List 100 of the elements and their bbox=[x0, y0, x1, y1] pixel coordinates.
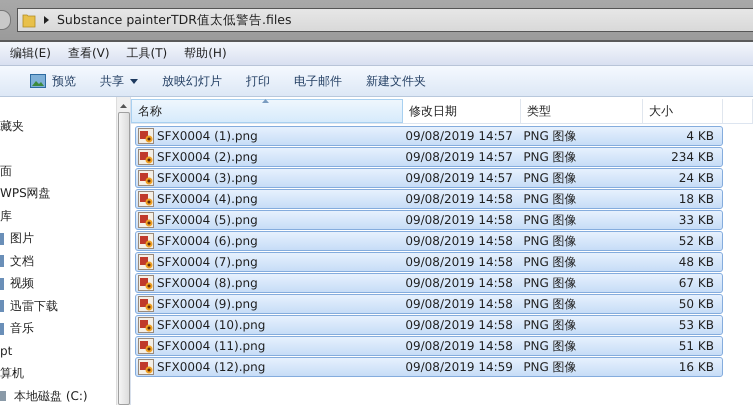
menu-item[interactable]: 工具(T) bbox=[126, 45, 168, 62]
caret-icon bbox=[130, 78, 138, 84]
toolbar-button[interactable]: 放映幻灯片 bbox=[162, 72, 222, 90]
sidebar-item[interactable]: 库 bbox=[0, 208, 12, 225]
file-row[interactable]: SFX0004 (10).png 09/08/2019 14:58 PNG 图像 53 KB bbox=[135, 315, 723, 335]
sidebar-item[interactable]: 本地磁盘 (C:) bbox=[14, 388, 88, 405]
file-row[interactable]: SFX0004 (2).png 09/08/2019 14:57 PNG 图像 234 KB bbox=[135, 147, 723, 167]
image-file-icon bbox=[138, 233, 154, 249]
type-cell: PNG 图像 bbox=[523, 232, 577, 250]
address-path[interactable]: Substance painterTDR值太低警告.files bbox=[57, 12, 292, 28]
file-row[interactable]: SFX0004 (11).png 09/08/2019 14:58 PNG 图像 51 KB bbox=[135, 336, 723, 356]
type-cell: PNG 图像 bbox=[523, 128, 577, 144]
scrollbar[interactable] bbox=[116, 97, 130, 405]
file-row[interactable]: SFX0004 (6).png 09/08/2019 14:58 PNG 图像 52 KB bbox=[135, 231, 723, 251]
type-cell: PNG 图像 bbox=[523, 296, 577, 312]
scroll-up-icon[interactable] bbox=[120, 104, 127, 108]
image-file-icon bbox=[138, 254, 154, 270]
column-header[interactable]: 名称 bbox=[131, 99, 403, 123]
date-cell: 09/08/2019 14:59 bbox=[405, 360, 513, 374]
size-cell: 18 KB bbox=[678, 192, 714, 206]
share-button[interactable]: 共享 bbox=[100, 72, 138, 90]
size-cell: 4 KB bbox=[686, 129, 714, 143]
column-header[interactable]: 大小 bbox=[643, 99, 723, 123]
date-cell: 09/08/2019 14:57 bbox=[405, 150, 513, 164]
file-row[interactable]: SFX0004 (9).png 09/08/2019 14:58 PNG 图像 50 KB bbox=[135, 294, 723, 314]
sidebar-item[interactable]: 视频 bbox=[10, 275, 34, 292]
file-name: SFX0004 (8).png bbox=[157, 276, 258, 290]
toolbar-button[interactable]: 打印 bbox=[246, 72, 270, 90]
file-name: SFX0004 (11).png bbox=[157, 339, 266, 353]
file-name: SFX0004 (2).png bbox=[157, 150, 258, 164]
menu-item[interactable]: 帮助(H) bbox=[184, 45, 227, 62]
image-file-icon bbox=[138, 170, 154, 186]
scroll-thumb[interactable] bbox=[118, 112, 130, 405]
image-file-icon bbox=[138, 296, 154, 312]
file-name: SFX0004 (6).png bbox=[157, 234, 258, 248]
sidebar-item[interactable]: 音乐 bbox=[10, 320, 34, 338]
size-cell: 16 KB bbox=[678, 360, 714, 374]
file-name: SFX0004 (3).png bbox=[157, 171, 258, 185]
date-cell: 09/08/2019 14:58 bbox=[405, 255, 513, 269]
address-bar[interactable]: Substance painterTDR值太低警告.files bbox=[17, 8, 753, 32]
date-cell: 09/08/2019 14:58 bbox=[405, 339, 513, 353]
file-name: SFX0004 (7).png bbox=[157, 255, 258, 269]
date-cell: 09/08/2019 14:57 bbox=[405, 171, 513, 185]
file-row[interactable]: SFX0004 (3).png 09/08/2019 14:57 PNG 图像 24 KB bbox=[135, 168, 723, 188]
image-file-icon bbox=[138, 191, 154, 207]
column-header[interactable]: 类型 bbox=[521, 99, 643, 123]
chevron-icon[interactable] bbox=[44, 16, 49, 24]
type-cell: PNG 图像 bbox=[523, 190, 577, 208]
size-cell: 52 KB bbox=[678, 234, 714, 248]
date-cell: 09/08/2019 14:58 bbox=[405, 276, 513, 290]
size-cell: 33 KB bbox=[678, 213, 714, 227]
image-file-icon bbox=[138, 149, 154, 165]
sort-arrow-icon bbox=[262, 99, 269, 103]
menu-item[interactable]: 编辑(E) bbox=[10, 45, 51, 62]
image-file-icon bbox=[138, 212, 154, 228]
file-row[interactable]: SFX0004 (1).png 09/08/2019 14:57 PNG 图像 4 KB bbox=[135, 126, 723, 146]
image-icon bbox=[30, 74, 46, 88]
size-cell: 50 KB bbox=[678, 297, 714, 311]
file-row[interactable]: SFX0004 (12).png 09/08/2019 14:59 PNG 图像 16 KB bbox=[135, 357, 723, 377]
size-cell: 48 KB bbox=[678, 255, 714, 269]
sidebar-item[interactable]: 面 bbox=[0, 162, 12, 180]
type-cell: PNG 图像 bbox=[523, 316, 577, 334]
file-name: SFX0004 (10).png bbox=[157, 318, 266, 332]
menu-item[interactable]: 查看(V) bbox=[68, 45, 110, 62]
type-cell: PNG 图像 bbox=[523, 274, 577, 292]
file-row[interactable]: SFX0004 (7).png 09/08/2019 14:58 PNG 图像 48 KB bbox=[135, 252, 723, 272]
toolbar-button[interactable]: 新建文件夹 bbox=[366, 72, 426, 90]
file-row[interactable]: SFX0004 (4).png 09/08/2019 14:58 PNG 图像 18 KB bbox=[135, 189, 723, 209]
type-cell: PNG 图像 bbox=[523, 148, 577, 166]
sidebar-item[interactable]: 算机 bbox=[0, 365, 24, 382]
image-file-icon bbox=[138, 359, 154, 375]
sidebar-item[interactable]: pt bbox=[0, 344, 12, 358]
type-cell: PNG 图像 bbox=[523, 212, 577, 228]
preview-button[interactable]: 预览 bbox=[30, 72, 76, 90]
file-row[interactable]: SFX0004 (5).png 09/08/2019 14:58 PNG 图像 33 KB bbox=[135, 210, 723, 230]
sidebar-item[interactable]: WPS网盘 bbox=[0, 185, 51, 202]
image-file-icon bbox=[138, 275, 154, 291]
size-cell: 67 KB bbox=[678, 276, 714, 290]
column-header[interactable]: 修改日期 bbox=[403, 99, 521, 123]
sidebar-item[interactable]: 图片 bbox=[10, 230, 34, 248]
sidebar-item[interactable]: 迅雷下载 bbox=[10, 298, 58, 315]
file-name: SFX0004 (12).png bbox=[157, 360, 266, 374]
sidebar-item[interactable]: 文档 bbox=[10, 252, 34, 270]
image-file-icon bbox=[138, 317, 154, 333]
date-cell: 09/08/2019 14:58 bbox=[405, 234, 513, 248]
type-cell: PNG 图像 bbox=[523, 358, 577, 376]
sidebar-item[interactable]: 藏夹 bbox=[0, 118, 24, 135]
file-name: SFX0004 (5).png bbox=[157, 213, 258, 227]
type-cell: PNG 图像 bbox=[523, 338, 577, 354]
date-cell: 09/08/2019 14:58 bbox=[405, 297, 513, 311]
date-cell: 09/08/2019 14:58 bbox=[405, 318, 513, 332]
size-cell: 24 KB bbox=[678, 171, 714, 185]
size-cell: 53 KB bbox=[678, 318, 714, 332]
file-row[interactable]: SFX0004 (8).png 09/08/2019 14:58 PNG 图像 67 KB bbox=[135, 273, 723, 293]
file-name: SFX0004 (4).png bbox=[157, 192, 258, 206]
image-file-icon bbox=[138, 338, 154, 354]
type-cell: PNG 图像 bbox=[523, 254, 577, 270]
toolbar-button[interactable]: 电子邮件 bbox=[294, 72, 342, 90]
date-cell: 09/08/2019 14:57 bbox=[405, 129, 513, 143]
file-name: SFX0004 (9).png bbox=[157, 297, 258, 311]
